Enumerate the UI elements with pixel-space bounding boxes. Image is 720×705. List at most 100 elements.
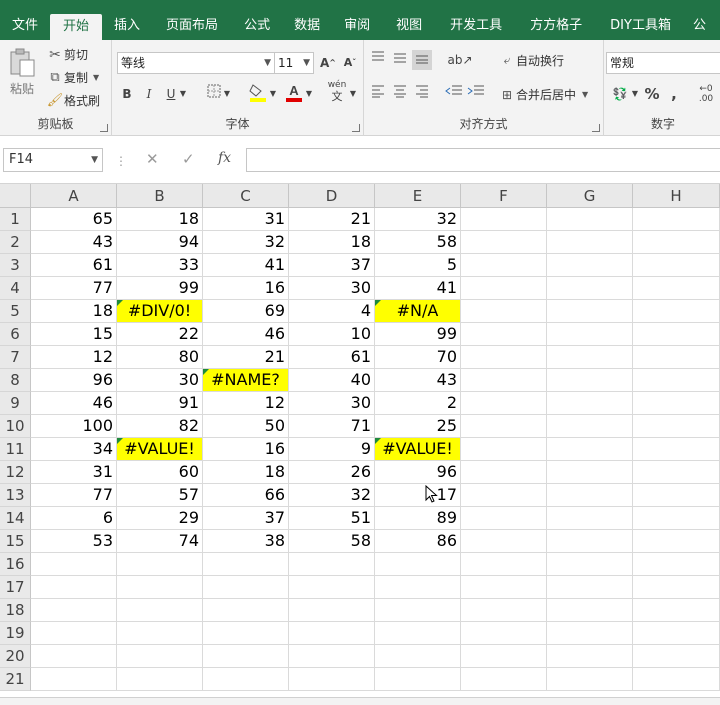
font-color-dropdown[interactable]: ▼: [304, 84, 314, 104]
phonetic-dropdown[interactable]: ▼: [348, 84, 358, 104]
cell-e19[interactable]: [375, 622, 461, 645]
tab-more[interactable]: 公: [685, 12, 714, 40]
cell-h9[interactable]: [633, 392, 720, 415]
cell-c21[interactable]: [203, 668, 289, 691]
cell-b18[interactable]: [117, 599, 203, 622]
cell-f1[interactable]: [461, 208, 547, 231]
insert-function-button[interactable]: fx: [218, 150, 231, 166]
cell-g13[interactable]: [547, 484, 633, 507]
cell-a12[interactable]: 31: [31, 461, 117, 484]
cell-g1[interactable]: [547, 208, 633, 231]
cell-e9[interactable]: 2: [375, 392, 461, 415]
cell-a1[interactable]: 65: [31, 208, 117, 231]
cell-d13[interactable]: 32: [289, 484, 375, 507]
tab-page-layout[interactable]: 页面布局: [152, 12, 232, 40]
border-button[interactable]: [204, 84, 224, 104]
cell-a7[interactable]: 12: [31, 346, 117, 369]
cell-d1[interactable]: 21: [289, 208, 375, 231]
align-right-button[interactable]: [412, 84, 432, 104]
cell-d21[interactable]: [289, 668, 375, 691]
cell-c1[interactable]: 31: [203, 208, 289, 231]
cell-c14[interactable]: 37: [203, 507, 289, 530]
cell-h14[interactable]: [633, 507, 720, 530]
align-center-button[interactable]: [390, 84, 410, 104]
tab-file[interactable]: 文件: [0, 12, 50, 40]
comma-style-button[interactable]: ,: [664, 84, 684, 104]
cell-h4[interactable]: [633, 277, 720, 300]
cell-e3[interactable]: 5: [375, 254, 461, 277]
cell-b3[interactable]: 33: [117, 254, 203, 277]
fill-color-button[interactable]: [248, 82, 268, 104]
row-header[interactable]: 2: [0, 231, 31, 254]
cell-c10[interactable]: 50: [203, 415, 289, 438]
accounting-dropdown[interactable]: ▼: [630, 84, 640, 104]
row-header[interactable]: 4: [0, 277, 31, 300]
row-header[interactable]: 10: [0, 415, 31, 438]
row-header[interactable]: 5: [0, 300, 31, 323]
cell-f21[interactable]: [461, 668, 547, 691]
cell-e7[interactable]: 70: [375, 346, 461, 369]
cell-c11[interactable]: 16: [203, 438, 289, 461]
cell-a15[interactable]: 53: [31, 530, 117, 553]
fill-color-dropdown[interactable]: ▼: [268, 84, 278, 104]
cell-b7[interactable]: 80: [117, 346, 203, 369]
merge-center-button[interactable]: ⊞ 合并后居中 ▼: [498, 86, 588, 103]
formula-input[interactable]: [246, 148, 720, 172]
cell-h2[interactable]: [633, 231, 720, 254]
select-all-corner[interactable]: [0, 184, 31, 208]
increase-decimal-button[interactable]: ←0.00: [692, 84, 720, 104]
cell-g16[interactable]: [547, 553, 633, 576]
cell-e14[interactable]: 89: [375, 507, 461, 530]
cell-d2[interactable]: 18: [289, 231, 375, 254]
row-header[interactable]: 18: [0, 599, 31, 622]
column-header-e[interactable]: E: [375, 184, 461, 208]
cell-c8[interactable]: #NAME?: [203, 369, 289, 392]
cell-e4[interactable]: 41: [375, 277, 461, 300]
align-middle-button[interactable]: [390, 50, 410, 70]
percent-button[interactable]: %: [642, 84, 662, 104]
cell-d20[interactable]: [289, 645, 375, 668]
cell-f19[interactable]: [461, 622, 547, 645]
cell-g5[interactable]: [547, 300, 633, 323]
cell-a21[interactable]: [31, 668, 117, 691]
cell-g14[interactable]: [547, 507, 633, 530]
cell-h3[interactable]: [633, 254, 720, 277]
copy-button[interactable]: ⧉ 复制 ▼: [46, 69, 99, 86]
cell-e15[interactable]: 86: [375, 530, 461, 553]
cell-d12[interactable]: 26: [289, 461, 375, 484]
cell-h1[interactable]: [633, 208, 720, 231]
cell-f14[interactable]: [461, 507, 547, 530]
cell-f5[interactable]: [461, 300, 547, 323]
cell-b20[interactable]: [117, 645, 203, 668]
cell-d19[interactable]: [289, 622, 375, 645]
cell-g11[interactable]: [547, 438, 633, 461]
shrink-font-button[interactable]: Aˇ: [340, 53, 360, 73]
cell-a9[interactable]: 46: [31, 392, 117, 415]
cell-d3[interactable]: 37: [289, 254, 375, 277]
cell-g19[interactable]: [547, 622, 633, 645]
cell-b8[interactable]: 30: [117, 369, 203, 392]
dialog-launcher-icon[interactable]: [592, 124, 600, 132]
cell-d5[interactable]: 4: [289, 300, 375, 323]
cell-d14[interactable]: 51: [289, 507, 375, 530]
cell-h18[interactable]: [633, 599, 720, 622]
italic-button[interactable]: I: [139, 84, 159, 104]
row-header[interactable]: 20: [0, 645, 31, 668]
tab-home[interactable]: 开始: [50, 14, 103, 40]
enter-check-icon[interactable]: ✓: [182, 150, 195, 168]
cell-a17[interactable]: [31, 576, 117, 599]
cell-c12[interactable]: 18: [203, 461, 289, 484]
cell-e6[interactable]: 99: [375, 323, 461, 346]
tab-insert[interactable]: 插入: [102, 12, 152, 40]
cell-c9[interactable]: 12: [203, 392, 289, 415]
cell-b5[interactable]: #DIV/0!: [117, 300, 203, 323]
column-header-h[interactable]: H: [633, 184, 720, 208]
cell-d6[interactable]: 10: [289, 323, 375, 346]
phonetic-button[interactable]: wén 文: [324, 80, 350, 104]
cell-f9[interactable]: [461, 392, 547, 415]
row-header[interactable]: 15: [0, 530, 31, 553]
bold-button[interactable]: B: [117, 84, 137, 104]
cell-g3[interactable]: [547, 254, 633, 277]
cell-a5[interactable]: 18: [31, 300, 117, 323]
cell-f8[interactable]: [461, 369, 547, 392]
